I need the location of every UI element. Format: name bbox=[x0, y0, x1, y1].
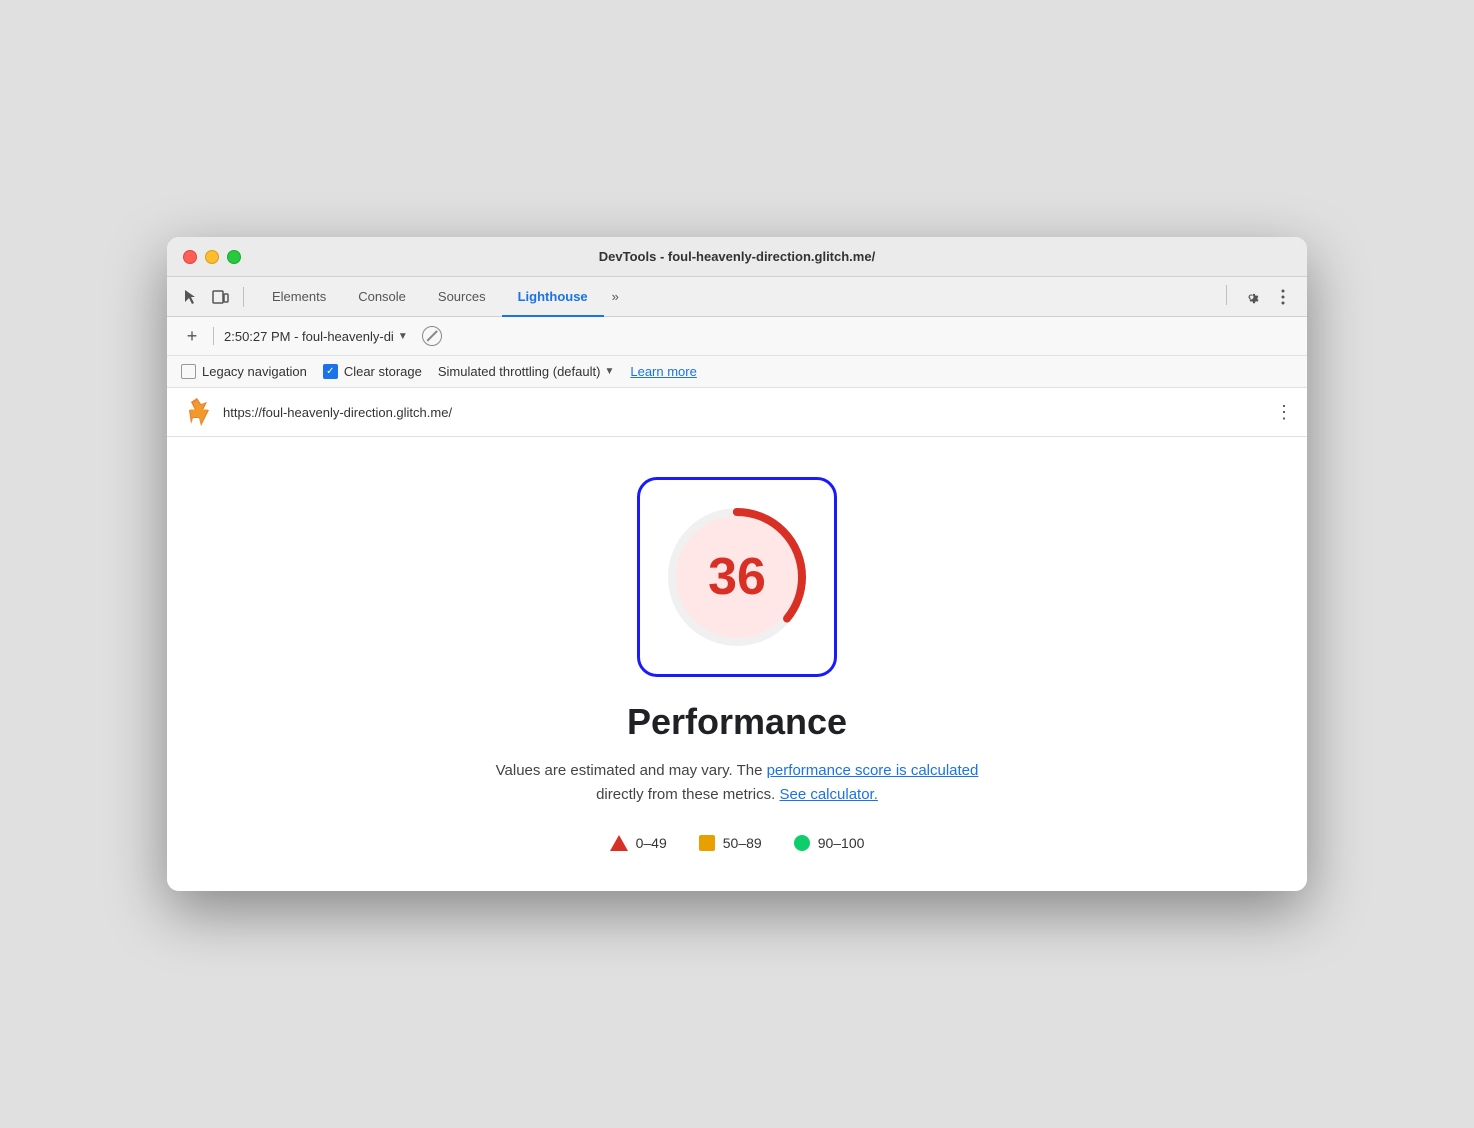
calculator-link[interactable]: See calculator. bbox=[779, 786, 877, 803]
tab-elements[interactable]: Elements bbox=[256, 283, 342, 310]
legend-square-icon bbox=[699, 835, 715, 851]
learn-more-link[interactable]: Learn more bbox=[630, 364, 696, 379]
tab-toolbar: Elements Console Sources Lighthouse » bbox=[167, 277, 1307, 317]
minimize-button[interactable] bbox=[205, 250, 219, 264]
tab-sources[interactable]: Sources bbox=[422, 283, 502, 310]
add-button[interactable]: + bbox=[181, 325, 203, 347]
main-content: 36 Performance Values are estimated and … bbox=[167, 437, 1307, 891]
traffic-lights bbox=[183, 250, 241, 264]
timestamp-label: 2:50:27 PM - foul-heavenly-di bbox=[224, 329, 394, 344]
devtools-window: DevTools - foul-heavenly-direction.glitc… bbox=[167, 237, 1307, 891]
legend-range-90-100: 90–100 bbox=[818, 835, 865, 851]
description-text-2: directly from these metrics. bbox=[596, 786, 779, 803]
clear-storage-label: Clear storage bbox=[344, 364, 422, 379]
legend-item-90-100: 90–100 bbox=[794, 835, 865, 851]
tab-bar: Elements Console Sources Lighthouse » bbox=[256, 283, 1214, 310]
options-bar: + 2:50:27 PM - foul-heavenly-di ▼ bbox=[167, 317, 1307, 356]
score-legend: 0–49 50–89 90–100 bbox=[610, 835, 865, 851]
legacy-navigation-label: Legacy navigation bbox=[202, 364, 307, 379]
close-button[interactable] bbox=[183, 250, 197, 264]
gauge-box: 36 bbox=[637, 477, 837, 677]
url-text: https://foul-heavenly-direction.glitch.m… bbox=[223, 405, 1265, 420]
legacy-navigation-item: Legacy navigation bbox=[181, 364, 307, 379]
lighthouse-favicon bbox=[181, 396, 213, 428]
toolbar-divider-1 bbox=[243, 287, 244, 307]
device-icon[interactable] bbox=[209, 286, 231, 308]
legacy-navigation-checkbox[interactable] bbox=[181, 364, 196, 379]
clear-storage-item: ✓ Clear storage bbox=[323, 364, 422, 379]
url-more-icon[interactable]: ⋮ bbox=[1275, 403, 1293, 421]
toolbar-actions bbox=[1222, 285, 1295, 309]
toolbar-divider-2 bbox=[1226, 285, 1227, 305]
throttling-arrow-icon: ▼ bbox=[604, 366, 614, 377]
throttling-select[interactable]: Simulated throttling (default) ▼ bbox=[438, 364, 615, 379]
no-throttle-icon[interactable] bbox=[422, 326, 442, 346]
throttling-label: Simulated throttling (default) bbox=[438, 364, 601, 379]
legend-range-50-89: 50–89 bbox=[723, 835, 762, 851]
maximize-button[interactable] bbox=[227, 250, 241, 264]
tab-lighthouse[interactable]: Lighthouse bbox=[502, 283, 604, 310]
description-text-1: Values are estimated and may vary. The bbox=[496, 762, 767, 779]
performance-title: Performance bbox=[627, 701, 847, 743]
tab-more[interactable]: » bbox=[604, 283, 627, 310]
legend-item-50-89: 50–89 bbox=[699, 835, 762, 851]
url-bar: https://foul-heavenly-direction.glitch.m… bbox=[167, 388, 1307, 437]
dropdown-arrow-icon: ▼ bbox=[398, 331, 408, 342]
more-icon[interactable] bbox=[1271, 285, 1295, 309]
settings-bar: Legacy navigation ✓ Clear storage Simula… bbox=[167, 356, 1307, 388]
legend-range-0-49: 0–49 bbox=[636, 835, 667, 851]
perf-description: Values are estimated and may vary. The p… bbox=[496, 759, 979, 807]
legend-triangle-icon bbox=[610, 835, 628, 851]
score-gauge: 36 bbox=[637, 477, 837, 677]
inspect-icon[interactable] bbox=[179, 286, 201, 308]
timestamp-dropdown[interactable]: 2:50:27 PM - foul-heavenly-di ▼ bbox=[224, 329, 408, 344]
window-title: DevTools - foul-heavenly-direction.glitc… bbox=[599, 249, 875, 264]
legend-item-0-49: 0–49 bbox=[610, 835, 667, 851]
tab-console[interactable]: Console bbox=[342, 283, 422, 310]
title-bar: DevTools - foul-heavenly-direction.glitc… bbox=[167, 237, 1307, 277]
settings-icon[interactable] bbox=[1239, 285, 1263, 309]
gauge-number: 36 bbox=[708, 547, 766, 607]
legend-circle-icon bbox=[794, 835, 810, 851]
clear-storage-checkbox[interactable]: ✓ bbox=[323, 364, 338, 379]
options-divider bbox=[213, 327, 214, 345]
perf-score-link[interactable]: performance score is calculated bbox=[767, 762, 979, 779]
